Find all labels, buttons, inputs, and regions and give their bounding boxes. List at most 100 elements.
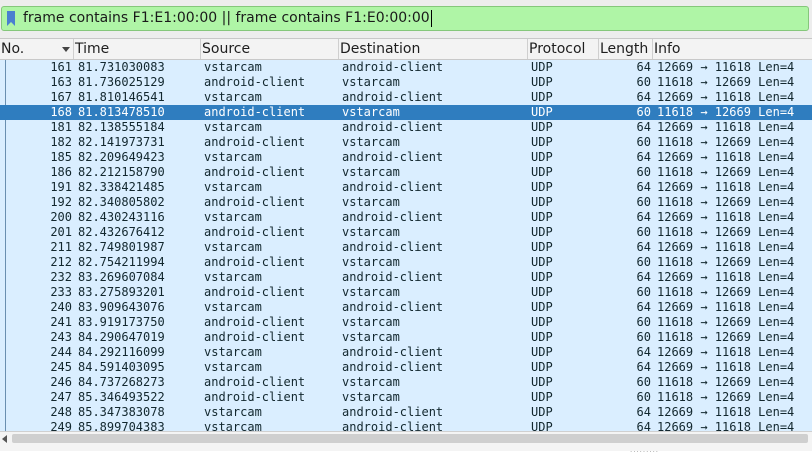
cell-src: android-client: [204, 105, 306, 119]
cell-info: 12669 → 11618 Len=4: [657, 150, 795, 164]
cell-info: 11618 → 12669 Len=4: [657, 390, 795, 404]
cell-len: 64: [636, 120, 651, 134]
table-row[interactable]: 211 82.749801987 vstarcam android-client UDP…: [0, 240, 812, 255]
cell-time: 83.909643076: [78, 300, 165, 314]
table-row[interactable]: 212 82.754211994 android-client vstarcam UDP…: [0, 255, 812, 270]
column-header-time[interactable]: Time: [74, 39, 201, 59]
scrollbar-thumb[interactable]: [12, 434, 808, 443]
cell-src: android-client: [204, 195, 306, 209]
cell-proto: UDP: [531, 420, 553, 431]
cell-dst: android-client: [342, 420, 444, 431]
table-row[interactable]: 191 82.338421485 vstarcam android-client UDP…: [0, 180, 812, 195]
cell-time: 82.338421485: [78, 180, 165, 194]
display-filter-input[interactable]: frame contains F1:E1:00:00 || frame cont…: [1, 6, 809, 31]
cell-len: 64: [636, 270, 651, 284]
cell-dst: android-client: [342, 60, 444, 74]
table-row[interactable]: 243 84.290647019 android-client vstarcam UDP…: [0, 330, 812, 345]
cell-src: vstarcam: [204, 150, 262, 164]
column-header-info[interactable]: Info: [653, 39, 812, 59]
cell-len: 64: [636, 210, 651, 224]
table-row[interactable]: 163 81.736025129 android-client vstarcam UDP…: [0, 75, 812, 90]
cell-proto: UDP: [531, 270, 553, 284]
table-row[interactable]: 240 83.909643076 vstarcam android-client UDP…: [0, 300, 812, 315]
cell-no: 163: [50, 75, 72, 89]
table-row[interactable]: 200 82.430243116 vstarcam android-client UDP…: [0, 210, 812, 225]
table-row[interactable]: 248 85.347383078 vstarcam android-client UDP…: [0, 405, 812, 420]
cell-time: 81.736025129: [78, 75, 165, 89]
resize-grip-icon[interactable]: .........: [630, 446, 659, 454]
cell-info: 11618 → 12669 Len=4: [657, 105, 795, 119]
cell-src: vstarcam: [204, 90, 262, 104]
cell-proto: UDP: [531, 210, 553, 224]
cell-src: android-client: [204, 255, 306, 269]
cell-len: 60: [636, 225, 651, 239]
cell-proto: UDP: [531, 285, 553, 299]
cell-len: 60: [636, 390, 651, 404]
cell-src: vstarcam: [204, 420, 262, 431]
column-header-protocol[interactable]: Protocol: [528, 39, 599, 59]
cell-dst: android-client: [342, 345, 444, 359]
cell-info: 11618 → 12669 Len=4: [657, 375, 795, 389]
table-row[interactable]: 241 83.919173750 android-client vstarcam UDP…: [0, 315, 812, 330]
cell-proto: UDP: [531, 330, 553, 344]
cell-no: 243: [50, 330, 72, 344]
cell-proto: UDP: [531, 180, 553, 194]
bookmark-icon[interactable]: [6, 11, 16, 26]
cell-info: 11618 → 12669 Len=4: [657, 75, 795, 89]
cell-len: 60: [636, 165, 651, 179]
column-header-length[interactable]: Length: [599, 39, 653, 59]
cell-dst: android-client: [342, 120, 444, 134]
text-caret: [430, 9, 432, 27]
table-row[interactable]: 244 84.292116099 vstarcam android-client UDP…: [0, 345, 812, 360]
table-row[interactable]: 185 82.209649423 vstarcam android-client UDP…: [0, 150, 812, 165]
scroll-left-arrow-icon[interactable]: [2, 435, 7, 443]
packet-list[interactable]: 161 81.731030083 vstarcam android-client UDP…: [0, 60, 812, 431]
table-row[interactable]: 181 82.138555184 vstarcam android-client UDP…: [0, 120, 812, 135]
column-header-source[interactable]: Source: [201, 39, 339, 59]
cell-dst: vstarcam: [342, 255, 400, 269]
cell-time: 81.813478510: [78, 105, 165, 119]
cell-info: 12669 → 11618 Len=4: [657, 345, 795, 359]
table-row[interactable]: 192 82.340805802 android-client vstarcam UDP…: [0, 195, 812, 210]
cell-no: 245: [50, 360, 72, 374]
column-header-label: Protocol: [529, 41, 586, 57]
cell-src: vstarcam: [204, 60, 262, 74]
cell-no: 232: [50, 270, 72, 284]
cell-len: 60: [636, 315, 651, 329]
table-row[interactable]: 247 85.346493522 android-client vstarcam UDP…: [0, 390, 812, 405]
cell-no: 182: [50, 135, 72, 149]
table-row[interactable]: 186 82.212158790 android-client vstarcam UDP…: [0, 165, 812, 180]
table-row[interactable]: 245 84.591403095 vstarcam android-client UDP…: [0, 360, 812, 375]
cell-dst: vstarcam: [342, 195, 400, 209]
table-row[interactable]: 246 84.737268273 android-client vstarcam UDP…: [0, 375, 812, 390]
column-header-no[interactable]: No.: [0, 39, 74, 59]
cell-dst: vstarcam: [342, 315, 400, 329]
cell-len: 60: [636, 375, 651, 389]
cell-time: 82.209649423: [78, 150, 165, 164]
cell-proto: UDP: [531, 75, 553, 89]
table-row[interactable]: 161 81.731030083 vstarcam android-client UDP…: [0, 60, 812, 75]
horizontal-scrollbar[interactable]: .........: [0, 431, 812, 454]
cell-src: android-client: [204, 75, 306, 89]
table-row[interactable]: 233 83.275893201 android-client vstarcam UDP…: [0, 285, 812, 300]
table-row[interactable]: 249 85.899704383 vstarcam android-client UDP…: [0, 420, 812, 431]
sort-descending-icon: [62, 47, 70, 52]
table-row-selected[interactable]: 168 81.813478510 android-client vstarcam UDP…: [0, 105, 812, 120]
cell-time: 85.347383078: [78, 405, 165, 419]
cell-info: 11618 → 12669 Len=4: [657, 225, 795, 239]
table-row[interactable]: 232 83.269607084 vstarcam android-client UDP…: [0, 270, 812, 285]
table-row[interactable]: 201 82.432676412 android-client vstarcam UDP…: [0, 225, 812, 240]
cell-proto: UDP: [531, 345, 553, 359]
cell-src: vstarcam: [204, 405, 262, 419]
cell-dst: android-client: [342, 360, 444, 374]
cell-src: vstarcam: [204, 120, 262, 134]
column-header-destination[interactable]: Destination: [339, 39, 528, 59]
table-row[interactable]: 167 81.810146541 vstarcam android-client UDP…: [0, 90, 812, 105]
cell-info: 12669 → 11618 Len=4: [657, 420, 795, 431]
table-row[interactable]: 182 82.141973731 android-client vstarcam UDP…: [0, 135, 812, 150]
column-header-label: Time: [75, 41, 110, 57]
cell-dst: vstarcam: [342, 375, 400, 389]
cell-no: 248: [50, 405, 72, 419]
cell-proto: UDP: [531, 405, 553, 419]
cell-proto: UDP: [531, 195, 553, 209]
